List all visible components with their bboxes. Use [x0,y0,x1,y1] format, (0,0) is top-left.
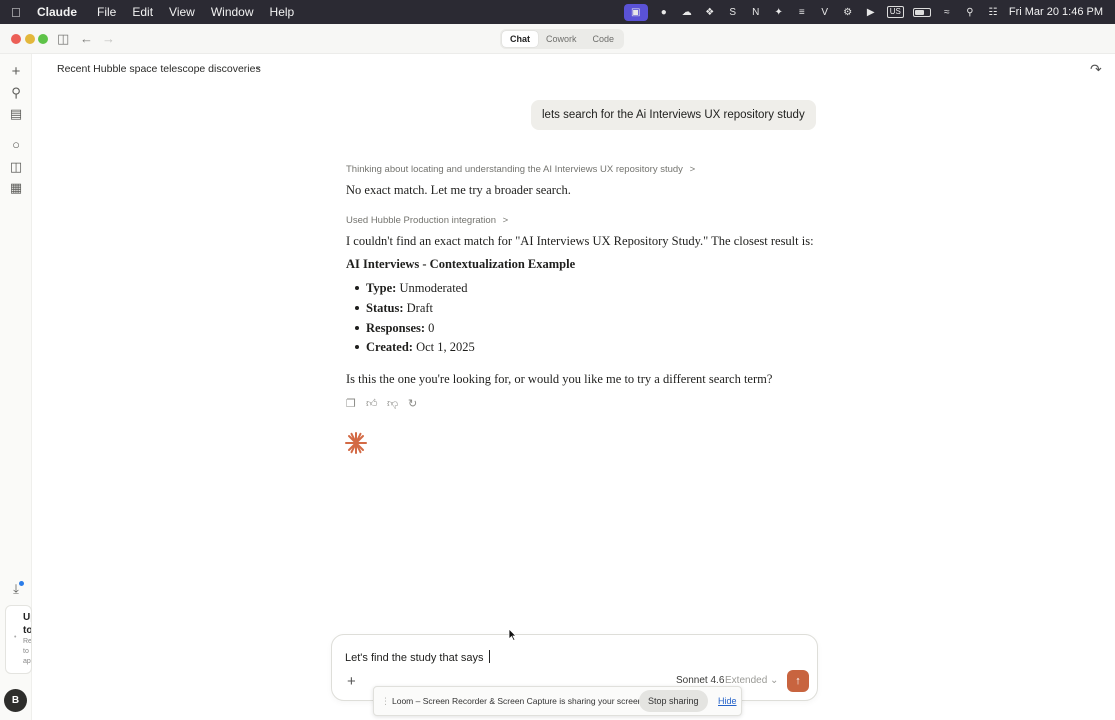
promo-body-line: to [23,648,29,655]
menu-help[interactable]: Help [270,5,295,19]
thumbs-down-icon[interactable]: 👎︎ [387,397,398,410]
back-arrow-icon[interactable]: ← [80,31,93,46]
promo-bullet-icon: • [14,634,17,641]
artifacts-icon[interactable]: ◫ [8,159,24,175]
detail-created: Created: Oct 1, 2025 [366,340,475,354]
chevron-right-icon: > [689,164,696,175]
menu-edit[interactable]: Edit [132,5,153,19]
sidebar-toggle-icon[interactable]: ◫ [57,31,69,47]
forward-arrow-icon[interactable]: → [102,31,115,46]
model-mode[interactable]: Extended ⌄ [725,675,778,686]
arrow-up-icon: ↑ [795,675,801,687]
chevron-down-icon[interactable]: ⌄ [254,61,262,72]
user-message: lets search for the Ai Interviews UX rep… [531,100,816,130]
window-titlebar: ◫ ← → Chat Cowork Code [0,24,1115,54]
promo-body-line: Re [23,638,32,645]
promo-body-line: ap [23,658,31,665]
notification-dot [19,581,24,586]
response-question: Is this the one you're looking for, or w… [346,372,773,386]
detail-responses: Responses: 0 [366,321,435,335]
apps-grid-icon[interactable]: ▦ [8,180,24,196]
claude-spark-icon [345,432,367,454]
result-title: AI Interviews - Contextualization Exampl… [346,257,576,271]
loom-sharing-bar: ⋮ Loom – Screen Recorder & Screen Captur… [373,686,742,716]
menu-app-name[interactable]: Claude [37,5,77,19]
detail-type: Type: Unmoderated [366,281,468,295]
thinking-summary[interactable]: Thinking about locating and understandin… [346,164,695,175]
drag-handle-icon[interactable]: ⋮ [381,696,390,707]
tool-use-summary[interactable]: Used Hubble Production integration > [346,215,508,226]
chevron-right-icon: > [502,215,509,226]
apple-logo-icon[interactable]:  [11,5,27,20]
send-button[interactable]: ↑ [787,670,809,692]
close-window-button[interactable] [11,34,21,44]
chevron-down-icon: ⌄ [770,675,779,686]
stop-sharing-button[interactable]: Stop sharing [639,690,708,712]
left-rail: + ⚲ ▤ ○ ◫ ▦ ⤓ • Up to Re to ap B [0,54,32,720]
tab-chat[interactable]: Chat [502,31,538,47]
vectorworks-icon[interactable]: V [818,5,832,19]
new-chat-icon[interactable]: + [8,64,24,80]
bullet-icon [355,326,359,330]
tally-icon[interactable]: ≡ [795,5,809,19]
status-tray: ▣ ● ☁ ❖ S N ✦ ≡ V ⚙ ▶ US ≈ ⚲ ☷ Fri Mar 2… [623,0,1103,24]
skype-icon[interactable]: S [726,5,740,19]
loom-message: Loom – Screen Recorder & Screen Capture … [392,696,645,706]
slack-icon[interactable]: ✦ [772,5,786,19]
update-promo-card[interactable]: • Up to Re to ap [5,605,32,674]
mouse-cursor-icon [508,628,517,641]
text-caret [488,650,490,663]
play-icon[interactable]: ▶ [864,5,878,19]
dropbox-icon[interactable]: ❖ [703,5,717,19]
response-line: No exact match. Let me try a broader sea… [346,183,571,197]
share-icon[interactable]: ↷ [1090,61,1102,78]
tab-cowork[interactable]: Cowork [538,31,585,47]
promo-title: Up [23,612,31,623]
promo-title-2: to [23,625,32,636]
search-icon[interactable]: ⚲ [8,85,24,101]
control-center-icon[interactable]: ☷ [986,5,1000,19]
gear-icon[interactable]: ⚙ [841,5,855,19]
thinking-label: Thinking about locating and understandin… [346,164,683,175]
bullet-icon [355,306,359,310]
screen-record-icon[interactable]: ▣ [623,3,648,21]
detail-status: Status: Draft [366,301,434,315]
bullet-icon [355,345,359,349]
menu-view[interactable]: View [169,5,195,19]
minimize-window-button[interactable] [25,34,35,44]
model-selector[interactable]: Sonnet 4.6 [676,675,724,686]
conversation-title[interactable]: Recent Hubble space telescope discoverie… [57,63,261,75]
avatar[interactable]: B [4,689,27,712]
menu-file[interactable]: File [97,5,116,19]
keyboard-input-indicator[interactable]: US [886,6,904,18]
wifi-icon[interactable]: ≈ [940,5,954,19]
tab-code[interactable]: Code [585,31,623,47]
zoom-window-button[interactable] [38,34,48,44]
cloud-icon[interactable]: ☁ [680,5,694,19]
mode-switcher: Chat Cowork Code [500,29,625,49]
retry-icon[interactable]: ↻ [408,397,417,410]
hide-link[interactable]: Hide [718,696,737,706]
copy-icon[interactable]: ❐ [346,397,356,410]
chats-icon[interactable]: ○ [8,137,24,153]
zoom-icon[interactable]: ● [657,5,671,19]
message-input[interactable]: Let's find the study that says [345,650,490,664]
response-line: I couldn't find an exact match for "AI I… [346,234,814,248]
notion-icon[interactable]: N [749,5,763,19]
thumbs-up-icon[interactable]: 👍︎ [366,397,378,410]
menu-window[interactable]: Window [211,5,254,19]
projects-icon[interactable]: ▤ [8,106,24,122]
tool-use-label: Used Hubble Production integration [346,215,496,226]
clock[interactable]: Fri Mar 20 1:46 PM [1009,6,1103,18]
battery-icon[interactable] [912,7,931,17]
add-attachment-button[interactable]: + [347,673,356,690]
menu-bar:  Claude File Edit View Window Help ▣ ● … [0,0,1115,24]
bullet-icon [355,286,359,290]
search-icon[interactable]: ⚲ [963,5,977,19]
